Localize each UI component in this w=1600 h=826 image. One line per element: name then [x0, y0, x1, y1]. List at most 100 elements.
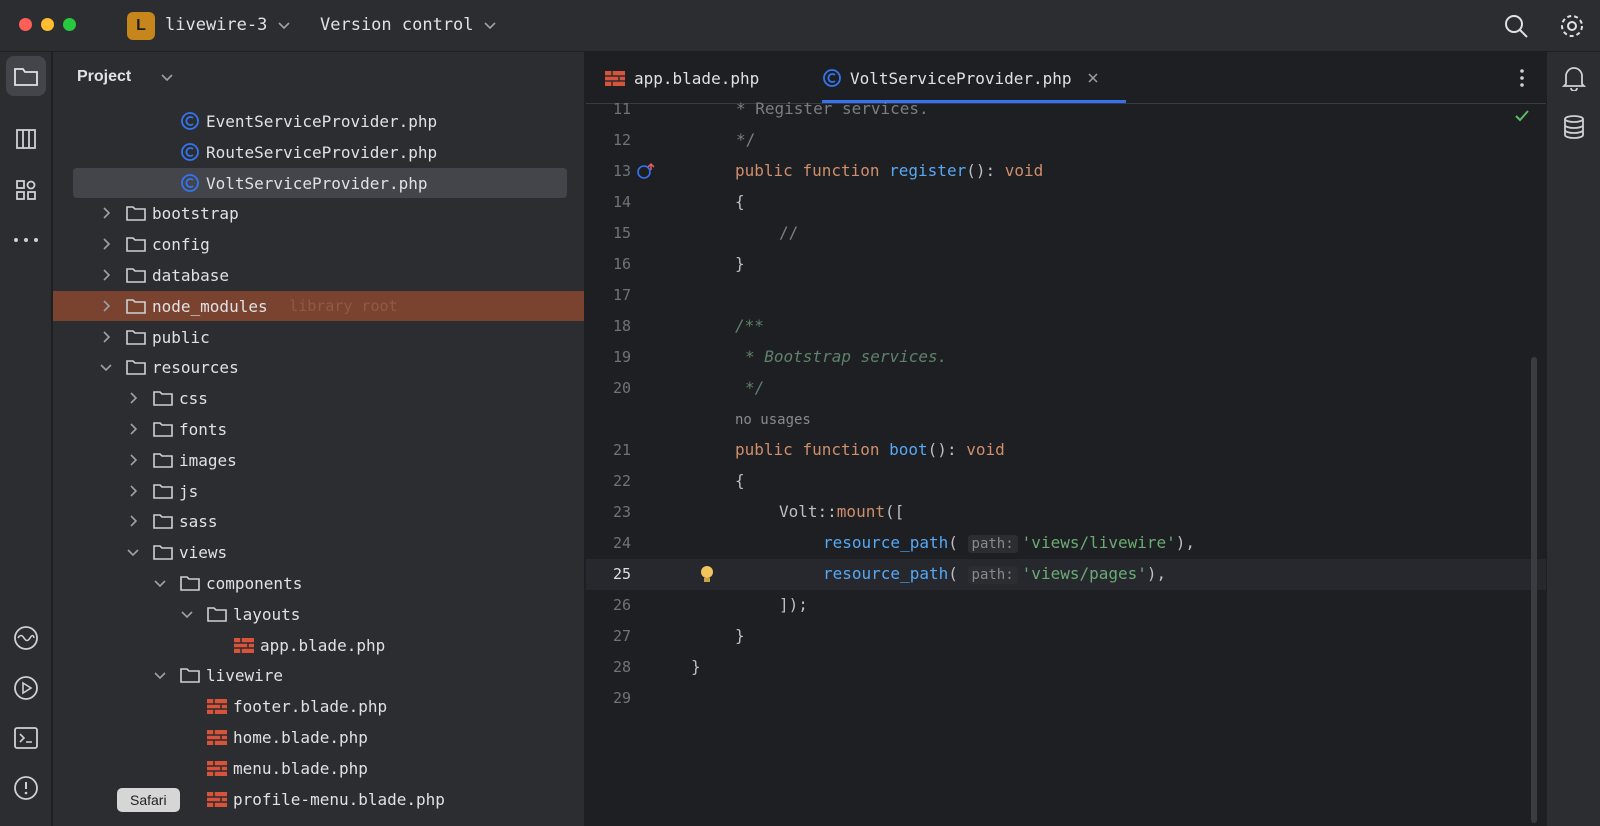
version-control-menu[interactable]: Version control [320, 15, 474, 35]
close-icon[interactable] [1086, 71, 1100, 85]
chevron-down-icon[interactable] [126, 545, 140, 559]
folder-icon [153, 545, 173, 560]
tree-file[interactable]: app.blade.php [53, 630, 584, 660]
code-line[interactable]: 24 resource_path( path:'views/livewire')… [586, 528, 1546, 559]
database-icon[interactable] [1562, 114, 1586, 140]
code-line[interactable]: 14 { [586, 187, 1546, 218]
code-line[interactable]: 28 } [586, 652, 1546, 683]
implements-gutter-icon[interactable] [636, 162, 656, 180]
code-line[interactable]: 29 [586, 683, 1546, 714]
chevron-right-icon[interactable] [126, 514, 140, 528]
tree-folder[interactable]: bootstrap [53, 198, 584, 228]
code-line[interactable]: 16 } [586, 249, 1546, 280]
chevron-down-icon[interactable] [276, 17, 292, 33]
tree-file[interactable]: footer.blade.php [53, 691, 584, 721]
code-line[interactable]: 13 public function register(): void [586, 156, 1546, 187]
tree-folder[interactable]: livewire [53, 660, 584, 690]
project-badge[interactable]: L [127, 12, 155, 40]
chevron-right-icon[interactable] [126, 453, 140, 467]
tree-folder[interactable]: config [53, 229, 584, 259]
blade-icon [234, 637, 254, 653]
services-tool-button[interactable] [6, 618, 46, 658]
chevron-right-icon[interactable] [99, 206, 113, 220]
code-line[interactable]: 17 [586, 280, 1546, 311]
tree-item-label: RouteServiceProvider.php [206, 142, 438, 162]
chevron-right-icon[interactable] [99, 268, 113, 282]
project-tool-button[interactable] [6, 56, 46, 96]
chevron-down-icon[interactable] [159, 69, 175, 85]
chevron-right-icon[interactable] [126, 422, 140, 436]
chevron-right-icon[interactable] [99, 237, 113, 251]
usage-hint-line[interactable]: no usages [586, 404, 1546, 435]
code-line[interactable]: 26 ]); [586, 590, 1546, 621]
tree-folder[interactable]: fonts [53, 414, 584, 444]
tree-item-label: public [152, 327, 210, 347]
tree-item-label: node_modules [152, 296, 268, 316]
code-line[interactable]: 11 * Register services. [586, 94, 1546, 125]
chevron-down-icon[interactable] [153, 576, 167, 590]
code-line[interactable]: 22 { [586, 466, 1546, 497]
more-tools-button[interactable] [6, 220, 46, 260]
code-line[interactable]: 18 /** [586, 311, 1546, 342]
tree-file[interactable]: home.blade.php [53, 722, 584, 752]
code-text: { [735, 471, 745, 490]
tree-folder[interactable]: views [53, 537, 584, 567]
code-line[interactable]: 12 */ [586, 125, 1546, 156]
chevron-right-icon[interactable] [99, 330, 113, 344]
tree-file[interactable]: RouteServiceProvider.php [53, 137, 584, 167]
line-number: 13 [612, 162, 631, 180]
chevron-right-icon[interactable] [126, 484, 140, 498]
more-vertical-icon[interactable] [1510, 66, 1534, 90]
chevron-down-icon[interactable] [153, 668, 167, 682]
tree-file[interactable]: EventServiceProvider.php [53, 106, 584, 136]
chevron-down-icon[interactable] [99, 360, 113, 374]
param-hint: path: [967, 566, 1018, 584]
tree-file[interactable]: menu.blade.php [53, 753, 584, 783]
code-text: Volt::mount([ [779, 502, 905, 521]
panel-title[interactable]: Project [77, 68, 131, 86]
tree-file[interactable]: VoltServiceProvider.php [53, 167, 584, 198]
code-line-current[interactable]: 25 resource_path( path:'views/pages'), [586, 559, 1546, 590]
tree-item-label: resources [152, 358, 239, 378]
window-close-button[interactable] [19, 18, 32, 31]
chevron-right-icon[interactable] [99, 299, 113, 313]
lightbulb-icon[interactable] [698, 564, 716, 584]
gear-icon[interactable] [1558, 12, 1586, 40]
line-number: 23 [612, 503, 631, 521]
terminal-tool-button[interactable] [6, 718, 46, 758]
chevron-down-icon[interactable] [180, 607, 194, 621]
tree-folder[interactable]: css [53, 383, 584, 413]
chevron-down-icon[interactable] [482, 17, 498, 33]
window-maximize-button[interactable] [63, 18, 76, 31]
tree-folder[interactable]: layouts [53, 599, 584, 629]
blade-icon [207, 699, 227, 715]
tree-item-label: views [179, 543, 228, 563]
tree-folder[interactable]: database [53, 260, 584, 290]
tree-folder[interactable]: js [53, 476, 584, 506]
bell-icon[interactable] [1562, 65, 1586, 91]
tree-folder[interactable]: node_modules library root [53, 290, 584, 321]
search-icon[interactable] [1502, 12, 1530, 40]
chevron-right-icon[interactable] [126, 391, 140, 405]
problems-tool-button[interactable] [6, 768, 46, 808]
code-line[interactable]: 15 // [586, 218, 1546, 249]
code-line[interactable]: 19 * Bootstrap services. [586, 342, 1546, 373]
tree-folder[interactable]: resources [53, 352, 584, 382]
plugins-tool-button[interactable] [6, 170, 46, 210]
tree-item-label: config [152, 235, 210, 255]
tree-folder[interactable]: images [53, 445, 584, 475]
code-line[interactable]: 27 } [586, 621, 1546, 652]
project-name[interactable]: livewire-3 [165, 15, 267, 35]
tree-folder[interactable]: public [53, 322, 584, 352]
run-tool-button[interactable] [6, 668, 46, 708]
structure-tool-button[interactable] [6, 119, 46, 159]
code-line[interactable]: 21 public function boot(): void [586, 435, 1546, 466]
usages-hint[interactable]: no usages [735, 412, 811, 428]
window-minimize-button[interactable] [41, 18, 54, 31]
editor-scrollbar[interactable] [1531, 357, 1537, 823]
tree-folder[interactable]: sass [53, 506, 584, 536]
tree-folder[interactable]: components [53, 568, 584, 598]
code-line[interactable]: 23 Volt::mount([ [586, 497, 1546, 528]
tree-item-label: livewire [206, 666, 284, 686]
code-line[interactable]: 20 */ [586, 373, 1546, 404]
